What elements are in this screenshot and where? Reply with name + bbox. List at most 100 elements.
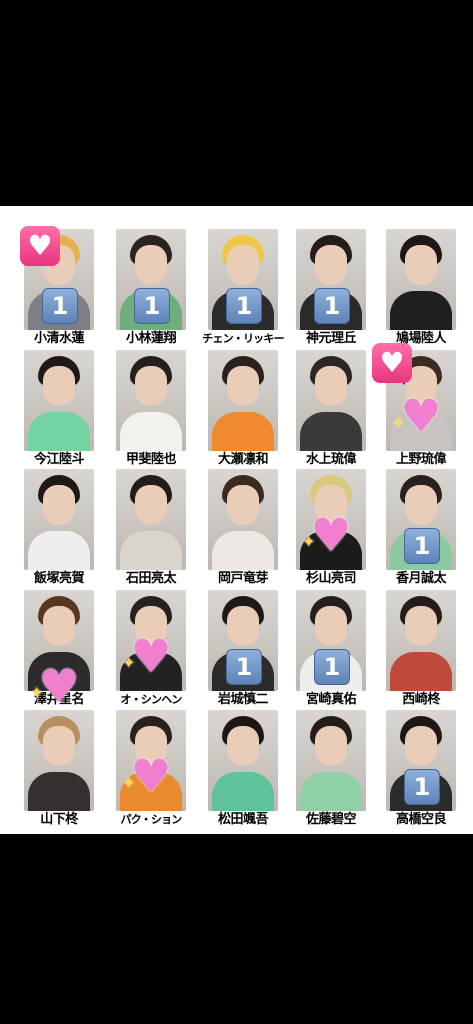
member-photo: [296, 710, 366, 811]
photo-card[interactable]: 宮崎真佑 1: [284, 589, 378, 713]
photo-card[interactable]: パク・ション ♥: [104, 709, 198, 833]
face-shape: [43, 726, 75, 766]
clothing-shape: [390, 652, 452, 691]
face-shape: [405, 606, 437, 646]
number-one-badge-icon: 1: [404, 769, 440, 805]
photo-card[interactable]: 香月誠太 1: [374, 468, 468, 592]
number-one-badge-icon: 1: [226, 649, 262, 685]
photo-card[interactable]: 高橋空良 1: [374, 709, 468, 833]
clothing-shape: [120, 412, 182, 451]
face-shape: [43, 485, 75, 525]
member-name: 大瀬凛和: [217, 452, 269, 467]
photo-card[interactable]: 岡戸竜芽: [196, 468, 290, 592]
clothing-shape: [212, 772, 274, 811]
sparkling-heart-icon: ♥: [122, 633, 176, 679]
face-shape: [227, 606, 259, 646]
clothing-shape: [28, 412, 90, 451]
member-name: 岩城慎二: [217, 692, 269, 707]
member-name: パク・ション: [120, 813, 183, 826]
member-name: 山下柊: [40, 812, 78, 827]
member-name: オ・シンヘン: [120, 693, 182, 706]
face-shape: [315, 606, 347, 646]
photo-card[interactable]: 飯塚亮賀: [12, 468, 106, 592]
photo-card[interactable]: 佐藤碧空: [284, 709, 378, 833]
member-name: 宮崎真佑: [305, 692, 357, 707]
member-name: 水上琉偉: [305, 452, 357, 467]
heart-badge-icon: ♥: [372, 343, 412, 383]
member-photo: [296, 350, 366, 451]
member-name: 甲斐陸也: [125, 452, 177, 467]
face-shape: [405, 726, 437, 766]
member-photo: [208, 710, 278, 811]
member-name: 杉山亮司: [305, 571, 357, 586]
member-photo: [24, 469, 94, 570]
member-name: 石田亮太: [125, 571, 177, 586]
photo-card[interactable]: 甲斐陸也: [104, 349, 198, 473]
clothing-shape: [390, 291, 452, 330]
member-photo: [24, 350, 94, 451]
member-name: 上野琉偉: [395, 452, 447, 467]
face-shape: [315, 245, 347, 285]
number-one-badge-icon: 1: [314, 288, 350, 324]
member-photo: [208, 350, 278, 451]
photo-card[interactable]: 岩城慎二 1: [196, 589, 290, 713]
face-shape: [135, 485, 167, 525]
photo-card[interactable]: 今江陸斗: [12, 349, 106, 473]
face-shape: [227, 485, 259, 525]
member-name: 香月誠太: [395, 571, 447, 586]
member-photo: [116, 350, 186, 451]
member-name: 飯塚亮賀: [33, 571, 85, 586]
face-shape: [43, 366, 75, 406]
clothing-shape: [28, 531, 90, 570]
face-shape: [227, 366, 259, 406]
member-photo: [116, 469, 186, 570]
clothing-shape: [212, 412, 274, 451]
face-shape: [405, 485, 437, 525]
face-shape: [135, 366, 167, 406]
number-one-badge-icon: 1: [226, 288, 262, 324]
face-shape: [227, 245, 259, 285]
photo-card[interactable]: 山下柊: [12, 709, 106, 833]
member-photo: [386, 229, 456, 330]
member-photo: [24, 710, 94, 811]
clothing-shape: [212, 531, 274, 570]
sparkling-heart-icon: ♥: [302, 512, 356, 558]
photo-card[interactable]: 鳩場陸人: [374, 228, 468, 352]
member-name: 西崎柊: [402, 692, 440, 707]
face-shape: [405, 245, 437, 285]
member-photo: [386, 590, 456, 691]
photo-card[interactable]: 小林蓮翔 1: [104, 228, 198, 352]
photo-card[interactable]: 石田亮太: [104, 468, 198, 592]
sparkling-heart-icon: ♥: [392, 393, 446, 439]
member-name: 高橋空良: [395, 812, 447, 827]
photo-card[interactable]: 西崎柊: [374, 589, 468, 713]
member-name: チェン・リッキー: [202, 332, 284, 345]
member-name: 松田颯吾: [217, 812, 269, 827]
photo-card[interactable]: オ・シンヘン ♥: [104, 589, 198, 713]
member-name: 小林蓮翔: [125, 331, 177, 346]
photo-card[interactable]: 大瀬凛和: [196, 349, 290, 473]
sparkling-heart-icon: ♥: [30, 663, 84, 709]
number-one-badge-icon: 1: [134, 288, 170, 324]
member-name: 今江陸斗: [33, 452, 85, 467]
photo-card[interactable]: チェン・リッキー 1: [196, 228, 290, 352]
photo-card-grid: 小清水蓮 ♥ 1 小林蓮翔 1 チェン・リッキー 1 神元理丘 1 鳩場陸人 今江陸斗 甲斐陸也 大瀬凛…: [0, 206, 473, 834]
clothing-shape: [120, 531, 182, 570]
number-one-badge-icon: 1: [42, 288, 78, 324]
face-shape: [315, 366, 347, 406]
photo-card[interactable]: 神元理丘 1: [284, 228, 378, 352]
clothing-shape: [300, 772, 362, 811]
photo-card[interactable]: 上野琉偉 ♥ ♥: [372, 343, 468, 473]
number-one-badge-icon: 1: [314, 649, 350, 685]
face-shape: [43, 606, 75, 646]
member-photo: [208, 469, 278, 570]
photo-card[interactable]: 水上琉偉: [284, 349, 378, 473]
face-shape: [315, 726, 347, 766]
photo-card[interactable]: 澤井星名 ♥: [12, 589, 106, 713]
photo-card[interactable]: 松田颯吾: [196, 709, 290, 833]
sparkling-heart-icon: ♥: [122, 753, 176, 799]
photo-card[interactable]: 杉山亮司 ♥: [284, 468, 378, 592]
face-shape: [135, 245, 167, 285]
heart-badge-icon: ♥: [20, 226, 60, 266]
photo-card[interactable]: 小清水蓮 ♥ 1: [12, 226, 106, 352]
